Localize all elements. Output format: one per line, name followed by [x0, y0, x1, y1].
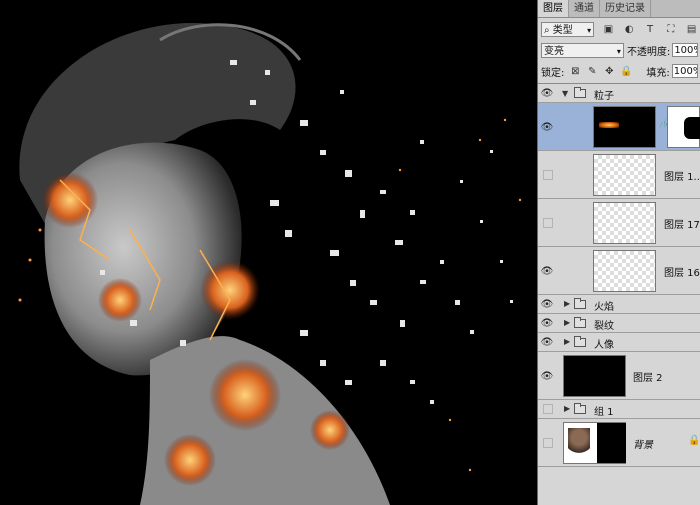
- visibility-off-box[interactable]: [543, 218, 553, 228]
- fill-field[interactable]: 100%: [671, 64, 698, 78]
- layer-group-particles[interactable]: 👁 ▼ 粒子: [538, 84, 700, 103]
- triangle-right-icon[interactable]: ▶: [564, 337, 570, 346]
- type-filter-icon[interactable]: T: [644, 23, 657, 36]
- layer-mask-thumbnail[interactable]: [667, 106, 700, 148]
- smart-filter-icon[interactable]: ▤: [685, 23, 698, 36]
- lock-label: 锁定:: [541, 67, 565, 79]
- adjust-filter-icon[interactable]: ◐: [623, 23, 636, 36]
- visibility-off-box[interactable]: [543, 438, 553, 448]
- folder-icon: [574, 298, 586, 309]
- layer-thumbnail: [563, 355, 626, 397]
- folder-icon: [574, 336, 586, 347]
- tab-layers[interactable]: 图层: [538, 0, 569, 17]
- folder-icon: [574, 403, 586, 414]
- eye-icon[interactable]: 👁: [540, 335, 554, 349]
- lock-icon: 🔒: [688, 435, 700, 446]
- panel-tab-bar: 图层 通道 历史记录: [538, 0, 700, 18]
- layer-filter-select[interactable]: ⌕ 类型 ▾: [541, 21, 595, 37]
- layer-16[interactable]: 👁 图层 16: [538, 247, 700, 295]
- triangle-down-icon[interactable]: ▼: [562, 89, 568, 98]
- folder-icon: [574, 87, 586, 98]
- layer-particles-masked[interactable]: 👁 🔗: [538, 103, 700, 151]
- lock-move-icon[interactable]: ✥: [603, 65, 615, 77]
- layer-name: 背景: [633, 440, 653, 451]
- eye-icon[interactable]: 👁: [540, 316, 554, 330]
- chevron-down-icon: ▾: [616, 46, 621, 56]
- layer-name: 裂纹: [594, 321, 614, 332]
- filter-label: 类型: [552, 24, 573, 36]
- layer-thumbnail: [563, 422, 626, 464]
- layer-name: 人像: [594, 340, 614, 351]
- layers-list: 👁 ▼ 粒子 👁 🔗 图层 1... 图层 17 👁 图层 16 👁 ▶ 火焰 …: [538, 83, 700, 467]
- visibility-off-box[interactable]: [543, 404, 553, 414]
- layer-17[interactable]: 图层 17: [538, 199, 700, 247]
- artwork: [18, 22, 522, 505]
- layer-thumbnail: [593, 154, 656, 196]
- triangle-right-icon[interactable]: ▶: [564, 299, 570, 308]
- layer-group-portrait[interactable]: 👁 ▶ 人像: [538, 333, 700, 352]
- layer-background[interactable]: 背景 🔒: [538, 419, 700, 467]
- blend-mode-value: 变亮: [544, 45, 564, 57]
- lock-paint-icon[interactable]: ✎: [586, 65, 598, 77]
- layer-group-cracks[interactable]: 👁 ▶ 裂纹: [538, 314, 700, 333]
- layer-group-fire[interactable]: 👁 ▶ 火焰: [538, 295, 700, 314]
- folder-icon: [574, 317, 586, 328]
- triangle-right-icon[interactable]: ▶: [564, 318, 570, 327]
- layer-group-1[interactable]: ▶ 组 1: [538, 400, 700, 419]
- layer-name: 组 1: [594, 407, 614, 418]
- opacity-field[interactable]: 100%: [672, 43, 698, 57]
- shape-filter-icon[interactable]: ⛶: [664, 23, 677, 36]
- tab-channels[interactable]: 通道: [569, 0, 600, 17]
- layer-name: 图层 16: [664, 268, 700, 279]
- layer-name: 图层 2: [633, 373, 663, 384]
- layer-thumbnail: [593, 106, 656, 148]
- eye-icon[interactable]: 👁: [540, 120, 554, 134]
- chevron-down-icon: ▾: [587, 25, 592, 35]
- layer-thumbnail: [593, 250, 656, 292]
- blend-mode-select[interactable]: 变亮 ▾: [541, 42, 624, 58]
- document-canvas[interactable]: [0, 0, 537, 505]
- layer-2[interactable]: 👁 图层 2: [538, 352, 700, 400]
- layer-thumbnail: [593, 202, 656, 244]
- fill-label: 填充:: [646, 67, 670, 79]
- lock-transparent-icon[interactable]: ⊠: [569, 65, 581, 77]
- layer-name: 图层 17: [664, 220, 700, 231]
- search-icon: ⌕: [544, 24, 550, 36]
- lock-all-icon[interactable]: 🔒: [620, 65, 632, 77]
- eye-icon[interactable]: 👁: [540, 86, 554, 100]
- tab-history[interactable]: 历史记录: [600, 0, 651, 17]
- image-filter-icon[interactable]: ▣: [602, 23, 615, 36]
- eye-icon[interactable]: 👁: [540, 297, 554, 311]
- visibility-off-box[interactable]: [543, 170, 553, 180]
- layer-name: 图层 1...: [664, 172, 700, 183]
- eye-icon[interactable]: 👁: [540, 369, 554, 383]
- opacity-label: 不透明度:: [626, 46, 671, 58]
- triangle-right-icon[interactable]: ▶: [564, 404, 570, 413]
- eye-icon[interactable]: 👁: [540, 264, 554, 278]
- layer-name: 火焰: [594, 302, 614, 313]
- layers-panel: 图层 通道 历史记录 ⌕ 类型 ▾ ▣ ◐ T ⛶ ▤ 变亮 ▾ 不透明度: 1…: [537, 0, 700, 505]
- layer-name: 粒子: [594, 91, 614, 102]
- layer-1[interactable]: 图层 1...: [538, 151, 700, 199]
